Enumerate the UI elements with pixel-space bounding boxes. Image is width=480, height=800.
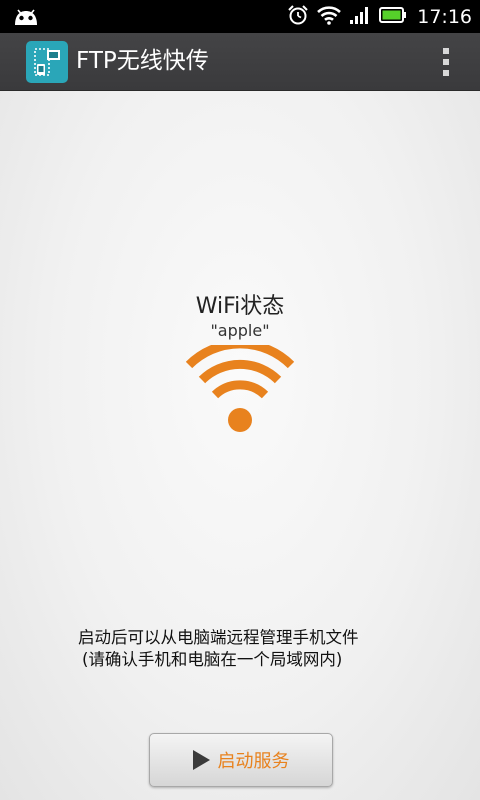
- status-time: 17:16: [417, 5, 472, 28]
- hint-text: 启动后可以从电脑端远程管理手机文件 (请确认手机和电脑在一个局域网内): [78, 627, 359, 671]
- status-bar: 17:16: [0, 0, 480, 33]
- wifi-ssid: "apple": [210, 321, 270, 340]
- play-icon: [192, 750, 210, 770]
- overflow-menu-icon[interactable]: [442, 48, 450, 76]
- cell-signal-icon: [349, 5, 371, 29]
- app-title: FTP无线快传: [76, 48, 209, 74]
- main-content: WiFi状态 "apple" 启动后可以从电脑端远程管理手机文件 (请确认手机和…: [0, 91, 480, 800]
- wifi-status-title: WiFi状态: [195, 294, 285, 319]
- android-debug-icon: [12, 7, 40, 31]
- alarm-icon: [287, 4, 309, 30]
- action-bar: FTP无线快传: [0, 33, 480, 91]
- hint-line-1: 启动后可以从电脑端远程管理手机文件: [78, 628, 359, 647]
- start-service-label: 启动服务: [217, 751, 290, 772]
- wifi-signal-icon: [317, 5, 342, 29]
- hint-line-2: (请确认手机和电脑在一个局域网内): [82, 650, 343, 669]
- battery-icon: [379, 6, 407, 28]
- start-service-button[interactable]: 启动服务: [149, 733, 333, 787]
- wifi-icon: [185, 339, 295, 435]
- ftp-app-icon: [26, 41, 68, 83]
